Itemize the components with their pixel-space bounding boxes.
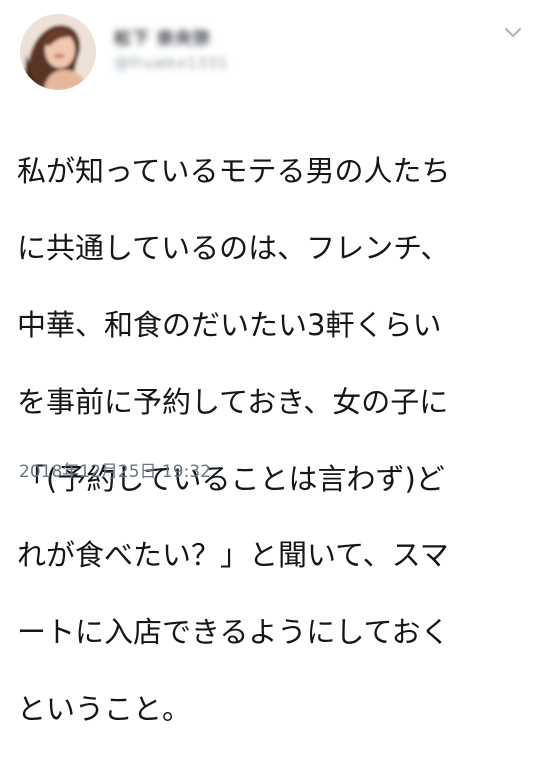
display-name[interactable]: 松下 奈央弥 [114, 24, 211, 49]
tweet-text: 私が知っているモテる男の人たち に共通しているのは、フレンチ、 中華、和食のだい… [17, 114, 522, 767]
tweet-text-line: れが食べたい？」と聞いて、スマ [17, 538, 449, 573]
tweet-text-line: を事前に予約しておき、女の子に [17, 384, 449, 419]
tweet-text-line: に共通しているのは、フレンチ、 [17, 231, 450, 266]
avatar-image [20, 14, 96, 90]
tweet-text-line: 私が知っているモテる男の人たち [17, 154, 451, 189]
tweet-text-line: 中華、和食のだいたい3軒くらい [17, 308, 442, 343]
tweet-text-line: ということ。 [17, 692, 192, 727]
tweet-timestamp[interactable]: 2018年12月25日 19:32 [19, 457, 211, 482]
user-handle[interactable]: @fruwkx1331 [114, 54, 229, 72]
avatar[interactable] [20, 14, 96, 90]
chevron-down-icon [504, 27, 522, 38]
tweet-card: 松下 奈央弥 @fruwkx1331 私が知っているモテる男の人たち に共通して… [0, 0, 540, 726]
user-info[interactable]: 松下 奈央弥 @fruwkx1331 [114, 22, 444, 78]
tweet-text-line: ートに入店できるようにしておく [17, 615, 450, 650]
more-options-button[interactable] [502, 22, 524, 44]
